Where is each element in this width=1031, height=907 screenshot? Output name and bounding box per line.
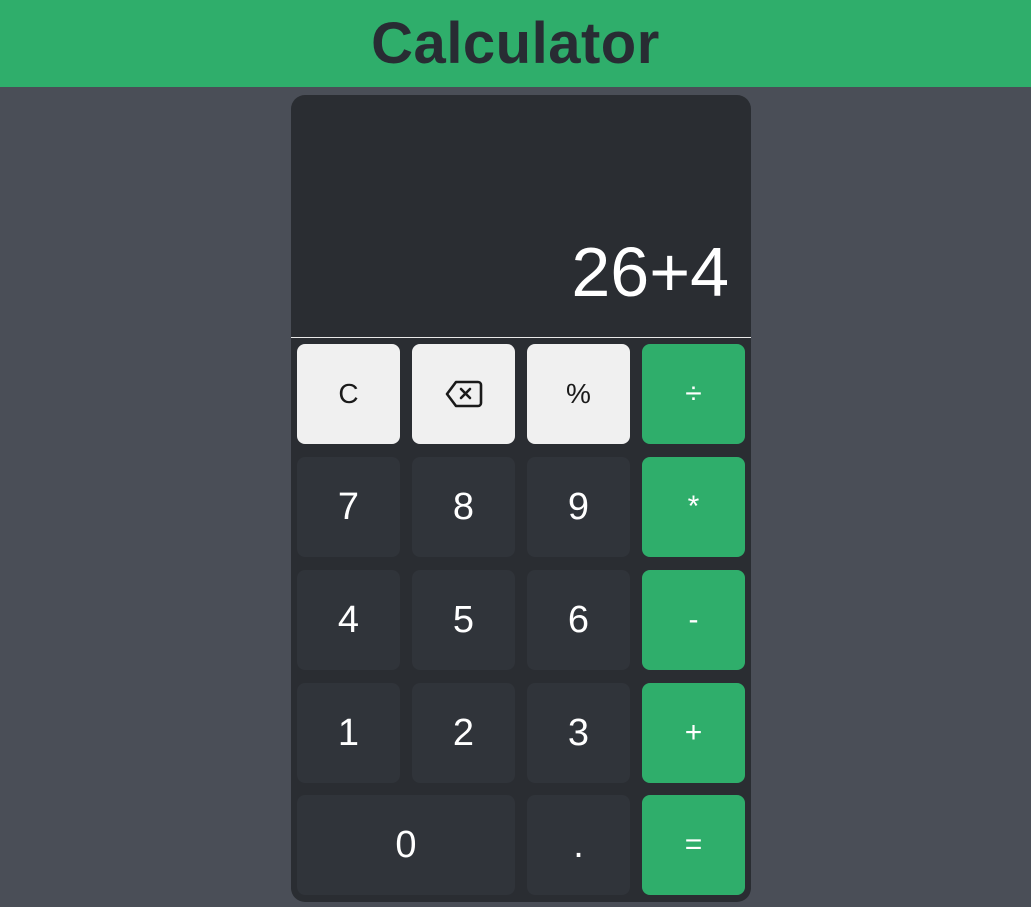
digit-2-button[interactable]: 2	[412, 683, 515, 783]
page-title: Calculator	[371, 10, 660, 76]
digit-4-button[interactable]: 4	[297, 570, 400, 670]
digit-7-button[interactable]: 7	[297, 457, 400, 557]
clear-button[interactable]: C	[297, 344, 400, 444]
decimal-button[interactable]: .	[527, 795, 630, 895]
digit-0-button[interactable]: 0	[297, 795, 515, 895]
backspace-button[interactable]	[412, 344, 515, 444]
equals-button[interactable]: =	[642, 795, 745, 895]
backspace-icon	[445, 380, 483, 408]
digit-3-button[interactable]: 3	[527, 683, 630, 783]
digit-8-button[interactable]: 8	[412, 457, 515, 557]
add-button[interactable]: +	[642, 683, 745, 783]
subtract-button[interactable]: -	[642, 570, 745, 670]
digit-1-button[interactable]: 1	[297, 683, 400, 783]
display-value: 26+4	[571, 233, 729, 311]
multiply-button[interactable]: *	[642, 457, 745, 557]
digit-6-button[interactable]: 6	[527, 570, 630, 670]
divide-button[interactable]: ÷	[642, 344, 745, 444]
digit-5-button[interactable]: 5	[412, 570, 515, 670]
calculator-body: 26+4 C % ÷ 7 8 9 * 4 5 6 - 1 2 3 + 0 . =	[291, 95, 751, 902]
percent-button[interactable]: %	[527, 344, 630, 444]
calculator-display: 26+4	[291, 95, 751, 338]
digit-9-button[interactable]: 9	[527, 457, 630, 557]
app-header: Calculator	[0, 0, 1031, 87]
